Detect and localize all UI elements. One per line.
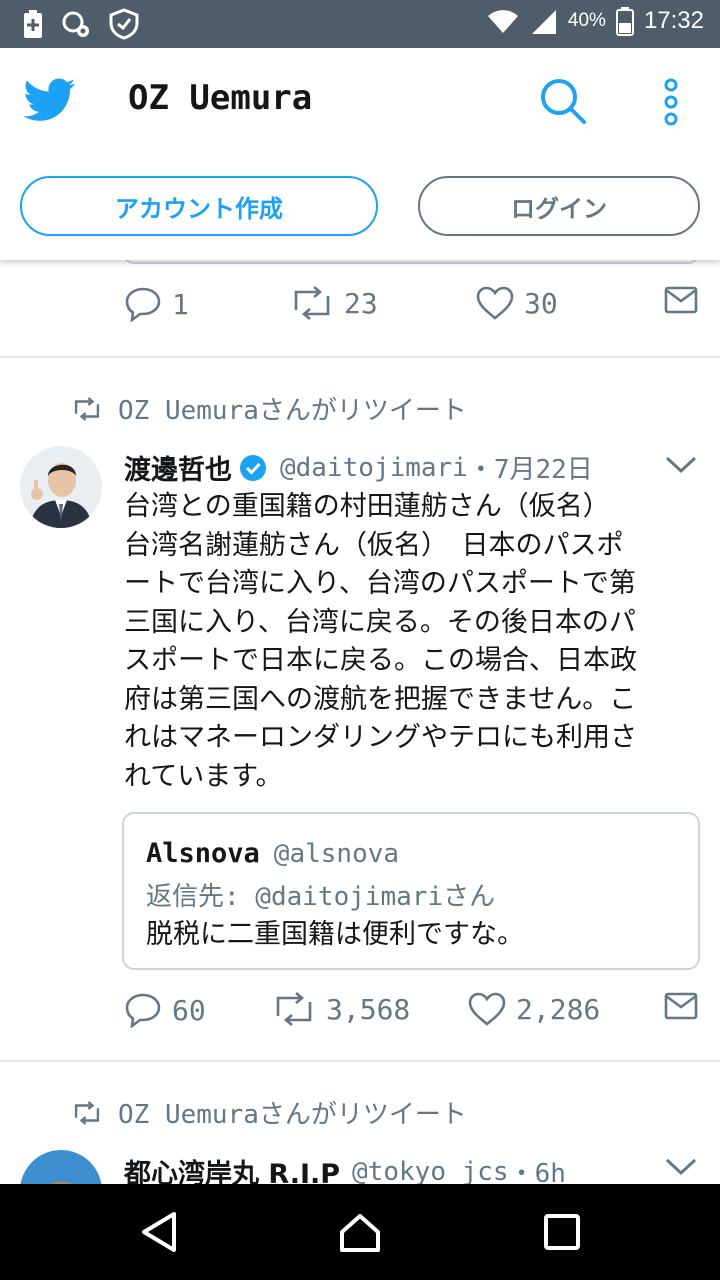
app-header: OZ Uemura アカウント作成 ログイン xyxy=(0,48,720,260)
dm-button[interactable] xyxy=(664,286,698,314)
battery-saver-icon xyxy=(24,10,42,38)
navigation-bar xyxy=(0,1184,720,1280)
retweet-context: OZ Uemuraさんがリツイート xyxy=(72,390,467,427)
retweet-context: OZ Uemuraさんがリツイート xyxy=(72,1094,467,1131)
like-button[interactable]: 30 xyxy=(476,286,558,320)
more-vertical-icon[interactable] xyxy=(660,78,682,126)
quoted-tweet-text: 脱税に二重国籍は便利ですな。 xyxy=(146,919,524,950)
like-icon xyxy=(476,286,514,320)
quoted-author-name: Alsnova xyxy=(146,838,260,869)
battery-percent: 40% xyxy=(567,10,606,31)
author-handle[interactable]: @tokyo_jcs xyxy=(352,1157,509,1185)
tweet-header: 渡邊哲也 @daitojimari ・7月22日 xyxy=(124,448,593,487)
quoted-author-handle: @alsnova xyxy=(273,838,400,869)
like-count: 30 xyxy=(524,286,558,320)
tweet-actions: 60 3,568 2,286 xyxy=(124,992,704,1032)
author-name[interactable]: 都心湾岸丸 R.I.P xyxy=(124,1152,340,1184)
chevron-down-icon[interactable] xyxy=(664,454,698,476)
author-name[interactable]: 渡邊哲也 xyxy=(124,448,232,487)
avatar[interactable] xyxy=(20,446,102,528)
quoted-reply-to: 返信先: @daitojimariさん xyxy=(146,882,496,912)
reply-icon xyxy=(125,287,161,322)
login-button[interactable]: ログイン xyxy=(418,176,700,236)
tweet-text-line: スポートで日本に戻る。この場合、日本政 xyxy=(124,645,637,676)
quoted-tweet[interactable]: Alsnova @alsnova 返信先: @daitojimariさん 脱税に… xyxy=(122,812,700,970)
tweet-text-line: 府は第三国への渡航を把握できません。こ xyxy=(124,683,637,715)
tweet-time: ・7月22日 xyxy=(467,455,593,485)
reply-count: 1 xyxy=(172,287,189,321)
reply-button[interactable]: 1 xyxy=(124,286,189,322)
divider xyxy=(0,1060,720,1062)
dm-envelope-icon xyxy=(664,286,698,314)
divider xyxy=(0,356,720,358)
twitter-bird-icon[interactable] xyxy=(24,78,76,122)
cloud-settings-icon xyxy=(62,11,89,37)
reply-count: 60 xyxy=(172,993,206,1027)
like-count: 2,286 xyxy=(516,992,601,1026)
retweeted-by-label: OZ Uemuraさんがリツイート xyxy=(118,1100,467,1130)
chevron-down-icon[interactable] xyxy=(664,1156,698,1178)
retweet-icon xyxy=(294,286,330,320)
retweet-icon xyxy=(74,396,100,421)
page-title: OZ Uemura xyxy=(128,78,313,118)
quoted-card-edge xyxy=(122,260,700,264)
reply-icon xyxy=(125,993,161,1028)
dm-envelope-icon xyxy=(664,992,698,1020)
back-icon[interactable] xyxy=(138,1210,182,1254)
tweet-time: ・6h xyxy=(508,1159,566,1184)
tweet-text: 台湾との重国籍の村田蓮舫さん（仮名） 台湾名謝蓮舫さん（仮名） 日本のパスポ ー… xyxy=(124,488,704,796)
retweet-icon xyxy=(276,992,312,1026)
retweet-count: 23 xyxy=(344,286,378,320)
tweet-text-line: 三国に入り、台湾に戻る。その後日本のパ xyxy=(124,606,636,638)
reply-button[interactable]: 60 xyxy=(124,992,206,1028)
author-handle[interactable]: @daitojimari xyxy=(280,453,468,483)
signal-icon xyxy=(531,10,556,34)
search-icon[interactable] xyxy=(538,76,588,126)
tweet-text-line: れはマネーロンダリングやテロにも利用さ xyxy=(124,722,637,753)
like-icon xyxy=(468,992,506,1026)
recents-icon[interactable] xyxy=(540,1210,584,1254)
retweet-count: 3,568 xyxy=(326,992,411,1026)
home-icon[interactable] xyxy=(338,1210,382,1254)
clock: 17:32 xyxy=(643,7,704,34)
status-bar: 40% 17:32 xyxy=(0,0,720,48)
quoted-tweet-header: Alsnova @alsnova xyxy=(146,838,399,869)
battery-icon xyxy=(615,7,634,36)
wifi-icon xyxy=(487,10,518,33)
tweet-text-line: 台湾との重国籍の村田蓮舫さん（仮名） xyxy=(124,491,610,522)
retweet-button[interactable]: 3,568 xyxy=(272,992,410,1026)
like-button[interactable]: 2,286 xyxy=(468,992,600,1026)
tweet-text-line: 台湾名謝蓮舫さん（仮名） 日本のパスポ xyxy=(124,529,624,561)
tweet-text-line: れています。 xyxy=(124,760,283,792)
create-account-button[interactable]: アカウント作成 xyxy=(20,176,378,236)
tweet-actions: 1 23 30 xyxy=(124,286,704,326)
retweet-button[interactable]: 23 xyxy=(290,286,378,320)
retweet-icon xyxy=(74,1100,100,1125)
tweet-header: 都心湾岸丸 R.I.P @tokyo_jcs ・6h xyxy=(124,1152,566,1185)
verified-badge-icon xyxy=(240,454,266,481)
timeline[interactable]: 1 23 30 OZ Uemuraさんがリツイート 渡邊哲也 @daitojim… xyxy=(0,260,720,1184)
dm-button[interactable] xyxy=(664,992,698,1020)
avatar[interactable] xyxy=(20,1150,102,1184)
tweet-text-line: ートで台湾に入り、台湾のパスポートで第 xyxy=(124,568,636,599)
shield-icon xyxy=(109,8,139,40)
retweeted-by-label: OZ Uemuraさんがリツイート xyxy=(118,396,467,426)
